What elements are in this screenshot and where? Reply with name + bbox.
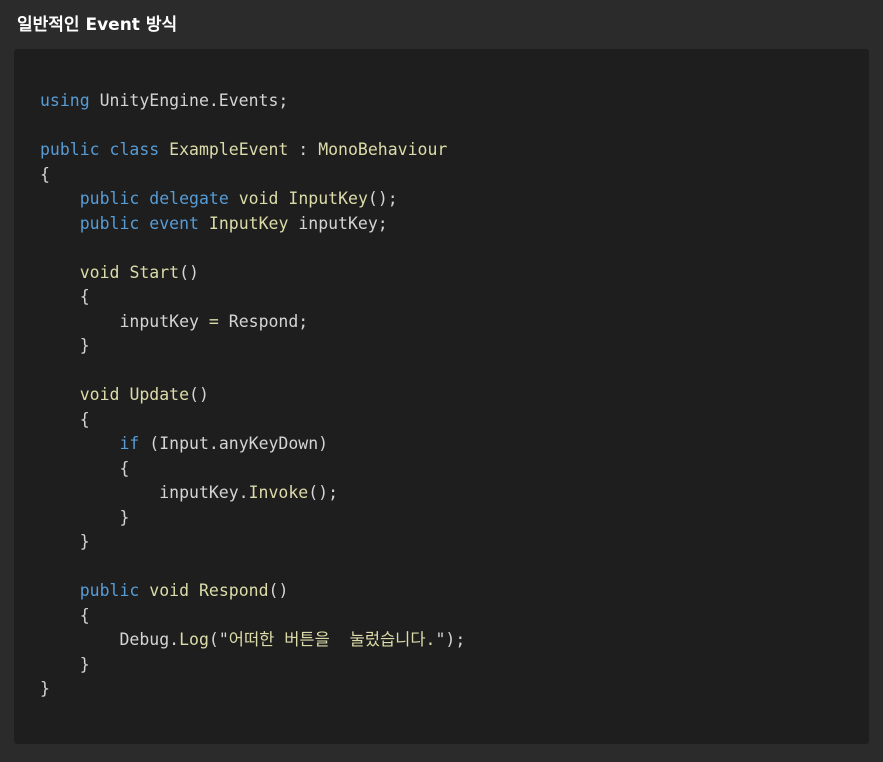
code-line: void Start() [40,261,465,286]
code-token: public [79,213,140,233]
code-line: public class ExampleEvent : MonoBehaviou… [40,138,465,163]
code-token: { [40,409,90,429]
code-token: inputKey; [288,213,388,233]
code-token: (); [367,189,398,208]
code-token: } [40,532,90,551]
code-token: { [40,287,90,306]
code-token: inputKey [40,311,209,331]
code-token: Respond [198,581,269,600]
code-token: public [40,140,100,159]
code-content[interactable]: using UnityEngine.Events; public class E… [40,89,465,702]
code-line: public void Respond() [40,579,465,604]
code-line: { [40,457,465,482]
code-token: void [149,581,190,600]
code-token: Invoke [248,483,309,502]
code-line: } [40,530,465,555]
code-token: = [208,311,219,331]
code-token: public [79,581,140,600]
code-token: } [40,679,50,698]
code-line: inputKey.Invoke(); [40,481,465,506]
code-line: void Update() [40,383,465,408]
code-token: MonoBehaviour [318,140,448,159]
code-line: } [40,653,465,678]
code-token: () [179,262,199,282]
code-token: () [189,385,209,404]
code-line: { [40,408,465,433]
code-token: inputKey. [40,483,249,502]
code-line: } [40,677,465,702]
page-title: 일반적인 Event 방식 [17,15,178,35]
code-token: } [40,654,90,674]
code-token: void [79,385,120,404]
code-line: { [40,285,465,310]
code-token: { [40,605,90,625]
code-token: { [40,458,130,478]
code-token: (); [308,483,339,502]
code-line: } [40,334,465,359]
code-token: using [40,91,90,110]
code-token: event [149,213,199,233]
code-line: } [40,506,465,531]
code-line: Debug.Log("어떠한 버튼을 눌렀습니다."); [40,628,465,653]
code-token: void [79,262,120,282]
code-token: InputKey [208,213,289,233]
code-line: public event InputKey inputKey; [40,212,465,237]
code-token: } [40,336,90,355]
code-token: Debug. [40,630,180,649]
code-line: using UnityEngine.Events; [40,89,465,114]
code-token: void [238,189,279,208]
code-token: class [109,140,160,159]
code-token: () [268,581,289,600]
code-token: 어떠한 버튼을 눌렀습니다. [228,630,436,649]
code-block[interactable]: using UnityEngine.Events; public class E… [14,49,869,744]
code-token: InputKey [288,189,368,208]
code-token: ExampleEvent [169,140,289,159]
code-token: Log [179,630,209,649]
code-line: { [40,163,465,188]
code-token: if [119,434,140,453]
code-token: public [79,189,140,208]
code-token: : [288,140,319,159]
code-token: UnityEngine.Events; [89,91,289,110]
code-token: } [40,507,130,527]
code-token: Update [129,385,190,404]
code-token: (" [208,630,229,649]
code-token: Start [129,262,180,282]
code-token: { [40,164,50,184]
code-token: Respond; [218,311,309,331]
code-token: delegate [149,189,229,208]
code-token: "); [435,630,466,649]
code-line: { [40,604,465,629]
code-line: inputKey = Respond; [40,310,465,335]
code-line: if (Input.anyKeyDown) [40,432,465,457]
code-token: (Input.anyKeyDown) [139,434,329,453]
code-line: public delegate void InputKey(); [40,187,465,212]
